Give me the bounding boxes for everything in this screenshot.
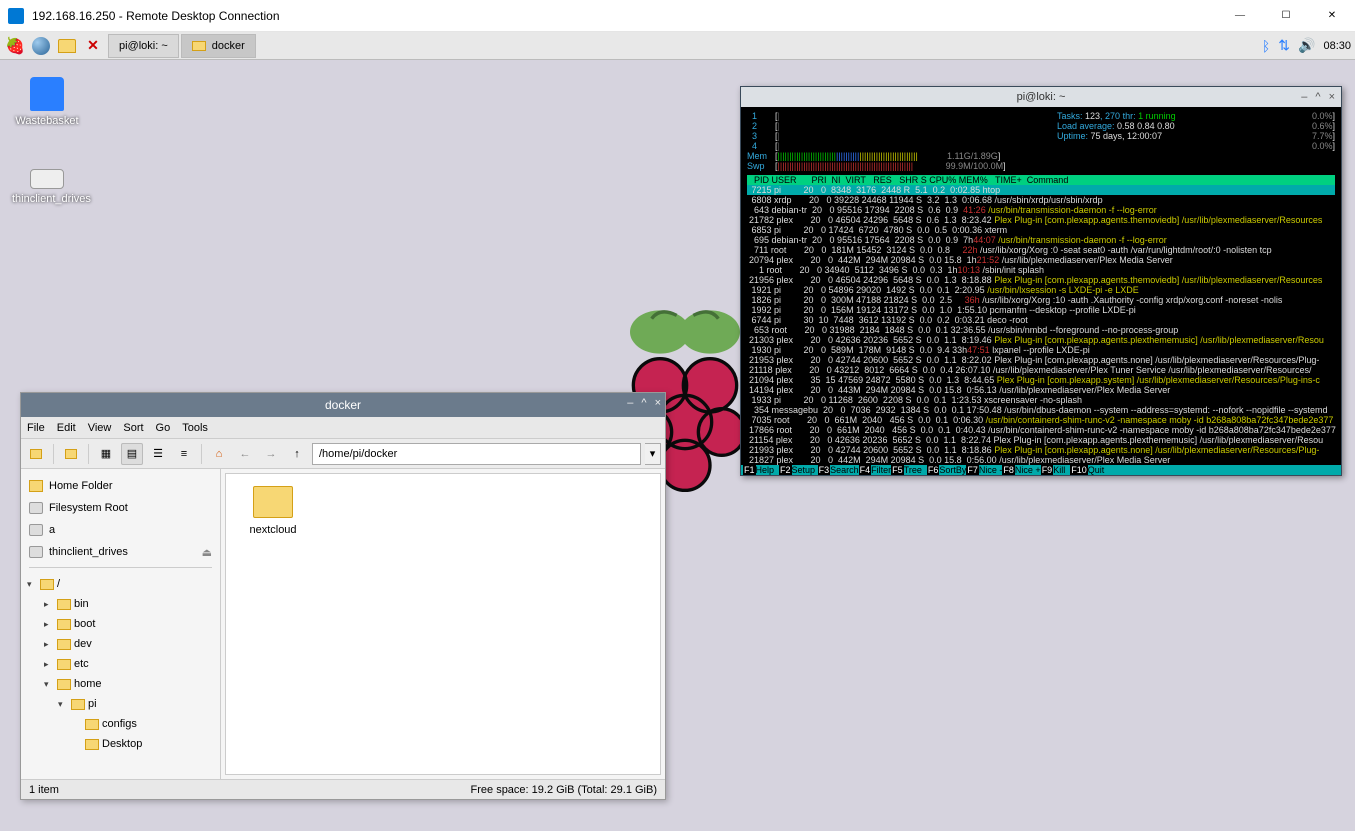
eject-icon[interactable]: ⏏ — [202, 546, 212, 559]
menu-sort[interactable]: Sort — [123, 422, 143, 434]
term-title: pi@loki: ~ — [1017, 92, 1066, 102]
view-detail-button[interactable]: ≡ — [173, 443, 195, 465]
path-dropdown[interactable]: ▾ — [645, 443, 661, 465]
term-close-button[interactable]: × — [1329, 92, 1335, 102]
term-maximize-button[interactable]: ^ — [1315, 92, 1320, 102]
sound-icon[interactable]: 🔊 — [1298, 37, 1315, 54]
folder-nextcloud[interactable]: nextcloud — [238, 486, 308, 536]
maximize-button[interactable]: ☐ — [1263, 0, 1309, 32]
menu-go[interactable]: Go — [156, 422, 171, 434]
place-thinclient[interactable]: thinclient_drives⏏ — [23, 541, 218, 563]
fm-toolbar: ▦ ▤ ☰ ≡ ⌂ ← → ↑ ▾ — [21, 439, 665, 469]
rdp-icon — [8, 8, 24, 24]
tray: ᛒ ⇅ 🔊 08:30 — [1262, 37, 1351, 54]
thinclient-drives-icon[interactable]: thinclient_drives — [12, 157, 82, 205]
clock[interactable]: 08:30 — [1323, 40, 1351, 52]
rdp-title: 192.168.16.250 - Remote Desktop Connecti… — [32, 9, 280, 23]
tree-etc[interactable]: ▸etc — [23, 654, 218, 674]
tree-home[interactable]: ▾home — [23, 674, 218, 694]
nav-home-button[interactable]: ⌂ — [208, 443, 230, 465]
view-icons-button[interactable]: ▦ — [95, 443, 117, 465]
view-compact-button[interactable]: ▤ — [121, 443, 143, 465]
minimize-button[interactable]: — — [1217, 0, 1263, 32]
fm-sidebar: Home Folder Filesystem Root a thinclient… — [21, 469, 221, 779]
fm-close-button[interactable]: × — [655, 397, 661, 409]
remote-desktop: 🍓 ✕ pi@loki: ~ docker ᛒ ⇅ 🔊 08:30 Wasteb… — [0, 32, 1355, 831]
nav-back-button[interactable]: ← — [234, 443, 256, 465]
network-icon[interactable]: ⇅ — [1278, 37, 1290, 54]
home-icon — [29, 480, 43, 492]
menu-edit[interactable]: Edit — [57, 422, 76, 434]
nav-forward-button[interactable]: → — [260, 443, 282, 465]
drive-icon — [29, 502, 43, 514]
close-button[interactable]: ✕ — [1309, 0, 1355, 32]
folder-icon — [253, 486, 293, 518]
status-items: 1 item — [29, 784, 59, 796]
new-tab-button[interactable] — [25, 443, 47, 465]
fm-menubar: File Edit View Sort Go Tools — [21, 417, 665, 439]
taskbar: 🍓 ✕ pi@loki: ~ docker ᛒ ⇅ 🔊 08:30 — [0, 32, 1355, 60]
tree-pi[interactable]: ▾pi — [23, 694, 218, 714]
tree-configs[interactable]: configs — [23, 714, 218, 734]
tree-root[interactable]: ▾/ — [23, 574, 218, 594]
fm-content[interactable]: nextcloud — [225, 473, 661, 775]
path-input[interactable] — [312, 443, 641, 465]
tree-desktop[interactable]: Desktop — [23, 734, 218, 754]
task-item-terminal[interactable]: pi@loki: ~ — [108, 34, 179, 58]
web-browser-icon[interactable] — [30, 35, 52, 57]
tree-dev[interactable]: ▸dev — [23, 634, 218, 654]
fm-tree: ▾/ ▸bin ▸boot ▸dev ▸etc ▾home ▾pi config… — [23, 572, 218, 756]
tree-boot[interactable]: ▸boot — [23, 614, 218, 634]
fm-minimize-button[interactable]: – — [627, 397, 633, 409]
window-controls: — ☐ ✕ — [1217, 0, 1355, 32]
wastebasket-icon[interactable]: Wastebasket — [12, 77, 82, 127]
new-folder-button[interactable] — [60, 443, 82, 465]
folder-icon — [192, 41, 206, 51]
term-titlebar[interactable]: pi@loki: ~ – ^ × — [741, 87, 1341, 107]
file-manager-window: docker – ^ × File Edit View Sort Go Tool… — [20, 392, 666, 800]
fm-title: docker — [325, 398, 361, 412]
wastebasket-label: Wastebasket — [12, 115, 82, 127]
fm-statusbar: 1 item Free space: 19.2 GiB (Total: 29.1… — [21, 779, 665, 799]
bluetooth-icon[interactable]: ᛒ — [1262, 38, 1270, 54]
htop-output[interactable]: 1[|0.0%] 2[|0.6%] 3[|7.7%] 4[|0.0%]Mem[|… — [741, 107, 1341, 475]
folder-label: nextcloud — [238, 524, 308, 536]
nav-up-button[interactable]: ↑ — [286, 443, 308, 465]
drive-icon — [29, 524, 43, 536]
tree-bin[interactable]: ▸bin — [23, 594, 218, 614]
menu-tools[interactable]: Tools — [182, 422, 208, 434]
menu-raspberry-icon[interactable]: 🍓 — [4, 35, 26, 57]
menu-view[interactable]: View — [88, 422, 112, 434]
drive-icon — [29, 546, 43, 558]
place-home[interactable]: Home Folder — [23, 475, 218, 497]
terminal-window: pi@loki: ~ – ^ × 1[|0.0%] 2[|0.6%] 3[|7.… — [740, 86, 1342, 476]
rdp-titlebar: 192.168.16.250 - Remote Desktop Connecti… — [0, 0, 1355, 32]
view-list-button[interactable]: ☰ — [147, 443, 169, 465]
task-item-docker[interactable]: docker — [181, 34, 256, 58]
status-freespace: Free space: 19.2 GiB (Total: 29.1 GiB) — [471, 784, 657, 796]
fm-maximize-button[interactable]: ^ — [641, 397, 646, 409]
file-manager-icon[interactable] — [56, 35, 78, 57]
fm-titlebar[interactable]: docker – ^ × — [21, 393, 665, 417]
term-minimize-button[interactable]: – — [1301, 92, 1307, 102]
place-a[interactable]: a — [23, 519, 218, 541]
place-fsroot[interactable]: Filesystem Root — [23, 497, 218, 519]
thinclient-drives-label: thinclient_drives — [12, 193, 82, 205]
terminal-launcher-icon[interactable]: ✕ — [82, 35, 104, 57]
menu-file[interactable]: File — [27, 422, 45, 434]
